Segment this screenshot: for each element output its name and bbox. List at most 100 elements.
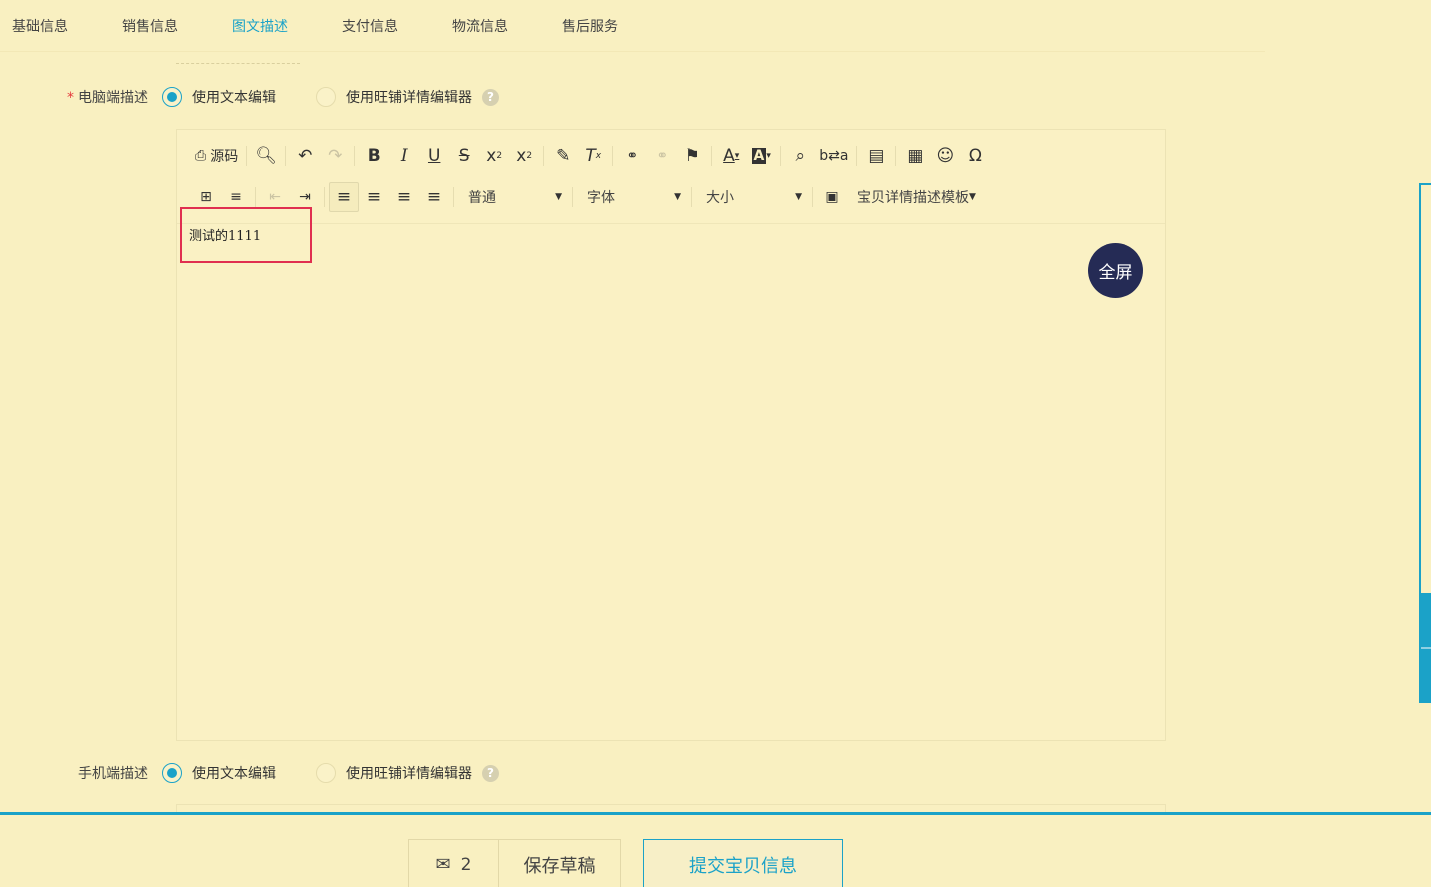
font-size-value: 大小 (706, 190, 734, 206)
pc-desc-label-text: 电脑端描述 (78, 90, 148, 106)
panel-divider (1421, 647, 1431, 649)
pc-radio-text-editor-label: 使用文本编辑 (192, 90, 276, 106)
align-left-icon[interactable]: ≡ (329, 182, 359, 212)
toolbar-row-1: ⎙ 源码 🔍︎ ↶ ↷ B I U S x2 x2 ✎ Tx ⚭ ⚭ ⚑ A ▾ … (191, 141, 990, 171)
toolbar-separator (895, 146, 897, 166)
mobile-desc-label: 手机端描述 (78, 766, 148, 782)
chevron-down-icon: ▼ (555, 192, 562, 202)
tab-after-sales[interactable]: 售后服务 (550, 16, 660, 36)
toolbar-separator (543, 146, 545, 166)
envelope-icon: ✉ (435, 854, 451, 875)
editor-toolbar: ⎙ 源码 🔍︎ ↶ ↷ B I U S x2 x2 ✎ Tx ⚭ ⚭ ⚑ A ▾ … (177, 130, 1165, 224)
pc-radio-text-editor[interactable]: 使用文本编辑 (162, 87, 276, 107)
toolbar-separator (691, 187, 692, 207)
help-icon[interactable]: ? (482, 764, 499, 782)
chevron-down-icon: ▼ (674, 192, 681, 202)
dashed-divider (176, 52, 300, 64)
italic-icon[interactable]: I (389, 141, 419, 171)
emoticon-icon[interactable]: ☺ (930, 141, 960, 171)
toolbar-separator (572, 187, 573, 207)
format-select[interactable]: 普通 ▼ (458, 182, 568, 212)
right-side-panel-edge (1419, 183, 1431, 703)
special-char-icon[interactable]: Ω (960, 141, 990, 171)
source-code-button[interactable]: ⎙ 源码 (191, 141, 242, 171)
strikethrough-icon[interactable]: S (449, 141, 479, 171)
font-size-select[interactable]: 大小 ▼ (696, 182, 808, 212)
superscript-icon[interactable]: x2 (509, 141, 539, 171)
subscript-icon[interactable]: x2 (479, 141, 509, 171)
toolbar-separator (453, 187, 454, 207)
pc-radio-wangpu-editor[interactable]: 使用旺铺详情编辑器 (316, 87, 472, 107)
template-dropdown[interactable]: 宝贝详情描述模板 ▼ (847, 182, 982, 212)
caret-down-icon: ▼ (969, 192, 976, 202)
toolbar-separator (812, 187, 813, 207)
mobile-desc-row: 手机端描述 使用文本编辑 使用旺铺详情编辑器 ? (0, 761, 499, 785)
align-right-icon[interactable]: ≡ (389, 182, 419, 212)
font-family-select[interactable]: 字体 ▼ (577, 182, 687, 212)
tab-logistics-info[interactable]: 物流信息 (440, 16, 550, 36)
table-icon[interactable]: ▦ (900, 141, 930, 171)
mobile-radio-text-editor-label: 使用文本编辑 (192, 766, 276, 782)
pc-radio-wangpu-label: 使用旺铺详情编辑器 (346, 90, 472, 106)
align-center-icon[interactable]: ≡ (359, 182, 389, 212)
toolbar-separator (711, 146, 713, 166)
source-file-icon: ⎙ (195, 148, 207, 164)
bottom-action-bar: ✉ 2 保存草稿 提交宝贝信息 (0, 812, 1431, 887)
highlight-box (180, 207, 312, 263)
image-icon[interactable]: ▣ (817, 182, 847, 212)
mobile-radio-wangpu-label: 使用旺铺详情编辑器 (346, 766, 472, 782)
help-icon[interactable]: ? (482, 88, 499, 106)
right-side-panel-fill (1421, 593, 1431, 703)
mobile-radio-wangpu-editor[interactable]: 使用旺铺详情编辑器 (316, 763, 472, 783)
link-icon[interactable]: ⚭ (617, 141, 647, 171)
undo-icon[interactable]: ↶ (290, 141, 320, 171)
toolbar-separator (285, 146, 287, 166)
replace-icon[interactable]: b⇄a (815, 141, 852, 171)
anchor-flag-icon[interactable]: ⚑ (677, 141, 707, 171)
messages-button[interactable]: ✉ 2 (408, 839, 499, 887)
pc-desc-row: * 电脑端描述 使用文本编辑 使用旺铺详情编辑器 ? (0, 85, 499, 109)
submit-item-button[interactable]: 提交宝贝信息 (643, 839, 843, 887)
toolbar-separator (324, 187, 325, 207)
toolbar-separator (856, 146, 858, 166)
required-mark: * (67, 90, 74, 106)
unlink-icon[interactable]: ⚭ (647, 141, 677, 171)
section-tabs: 基础信息 销售信息 图文描述 支付信息 物流信息 售后服务 (0, 0, 1265, 52)
underline-icon[interactable]: U (419, 141, 449, 171)
toolbar-separator (354, 146, 356, 166)
toolbar-separator (246, 146, 248, 166)
fullscreen-button[interactable]: 全屏 (1088, 243, 1143, 298)
chevron-down-icon: ▼ (795, 192, 802, 202)
page-break-icon[interactable]: ▤ (861, 141, 891, 171)
tab-payment-info[interactable]: 支付信息 (330, 16, 440, 36)
tab-sales-info[interactable]: 销售信息 (110, 16, 220, 36)
format-painter-icon[interactable]: ✎ (548, 141, 578, 171)
radio-checked-icon[interactable] (162, 87, 182, 107)
text-color-icon[interactable]: A ▾ (716, 141, 746, 171)
message-count: 2 (460, 854, 472, 875)
rich-text-editor: ⎙ 源码 🔍︎ ↶ ↷ B I U S x2 x2 ✎ Tx ⚭ ⚭ ⚑ A ▾ … (176, 129, 1166, 741)
preview-icon[interactable]: 🔍︎ (251, 141, 281, 171)
bold-icon[interactable]: B (359, 141, 389, 171)
pc-desc-options: 使用文本编辑 使用旺铺详情编辑器 ? (162, 87, 499, 107)
background-color-icon[interactable]: A ▾ (746, 141, 776, 171)
toolbar-separator (780, 146, 782, 166)
source-code-label: 源码 (210, 149, 239, 165)
toolbar-separator (612, 146, 614, 166)
template-dropdown-label: 宝贝详情描述模板 (857, 190, 969, 206)
radio-checked-icon[interactable] (162, 763, 182, 783)
redo-icon[interactable]: ↷ (320, 141, 350, 171)
tab-basic-info[interactable]: 基础信息 (0, 16, 110, 36)
radio-unchecked-icon[interactable] (316, 87, 336, 107)
tab-image-text-desc[interactable]: 图文描述 (220, 16, 330, 36)
font-family-value: 字体 (587, 190, 615, 206)
toolbar-separator (255, 187, 256, 207)
clear-format-icon[interactable]: Tx (578, 141, 608, 171)
save-draft-button[interactable]: 保存草稿 (498, 839, 621, 887)
mobile-desc-options: 使用文本编辑 使用旺铺详情编辑器 ? (162, 763, 499, 783)
align-justify-icon[interactable]: ≡ (419, 182, 449, 212)
radio-unchecked-icon[interactable] (316, 763, 336, 783)
format-select-value: 普通 (468, 190, 496, 206)
mobile-radio-text-editor[interactable]: 使用文本编辑 (162, 763, 276, 783)
find-icon[interactable]: ⌕ (785, 141, 815, 171)
